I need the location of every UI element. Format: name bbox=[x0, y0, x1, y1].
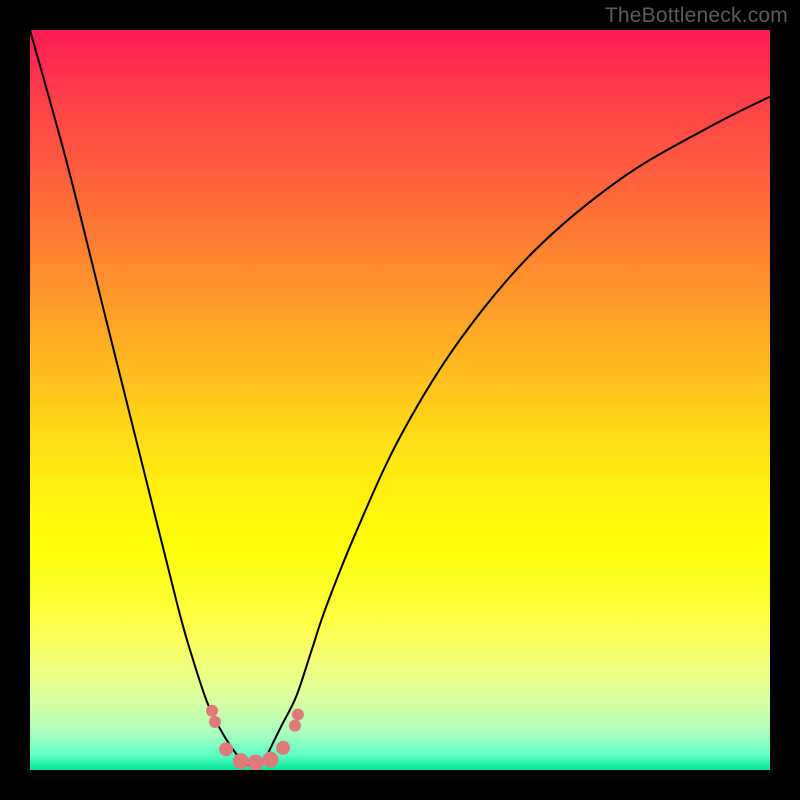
marker-dot bbox=[263, 752, 279, 768]
marker-dot bbox=[206, 705, 218, 717]
marker-dot bbox=[233, 753, 249, 769]
watermark-text: TheBottleneck.com bbox=[605, 4, 788, 28]
marker-group bbox=[206, 705, 304, 770]
bottleneck-curve bbox=[30, 30, 770, 766]
marker-dot bbox=[292, 709, 304, 721]
marker-dot bbox=[209, 716, 221, 728]
chart-svg bbox=[30, 30, 770, 770]
marker-dot bbox=[276, 741, 290, 755]
marker-dot bbox=[219, 742, 233, 756]
chart-frame: TheBottleneck.com bbox=[0, 0, 800, 800]
marker-dot bbox=[248, 755, 264, 770]
marker-dot bbox=[289, 720, 301, 732]
plot-area bbox=[30, 30, 770, 770]
